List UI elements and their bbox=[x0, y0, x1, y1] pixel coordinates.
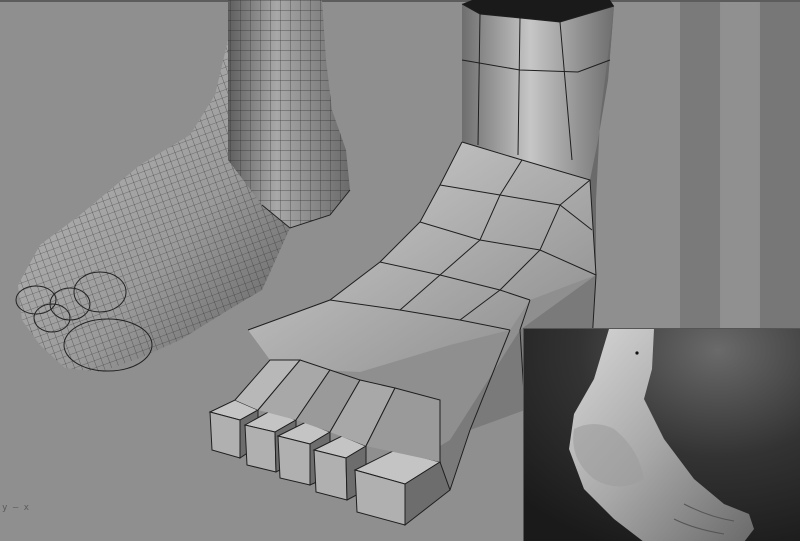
axis-indicator: y — x bbox=[2, 503, 30, 513]
3d-viewport[interactable]: y — x bbox=[0, 0, 800, 541]
sculpt-reference-render bbox=[523, 328, 800, 541]
